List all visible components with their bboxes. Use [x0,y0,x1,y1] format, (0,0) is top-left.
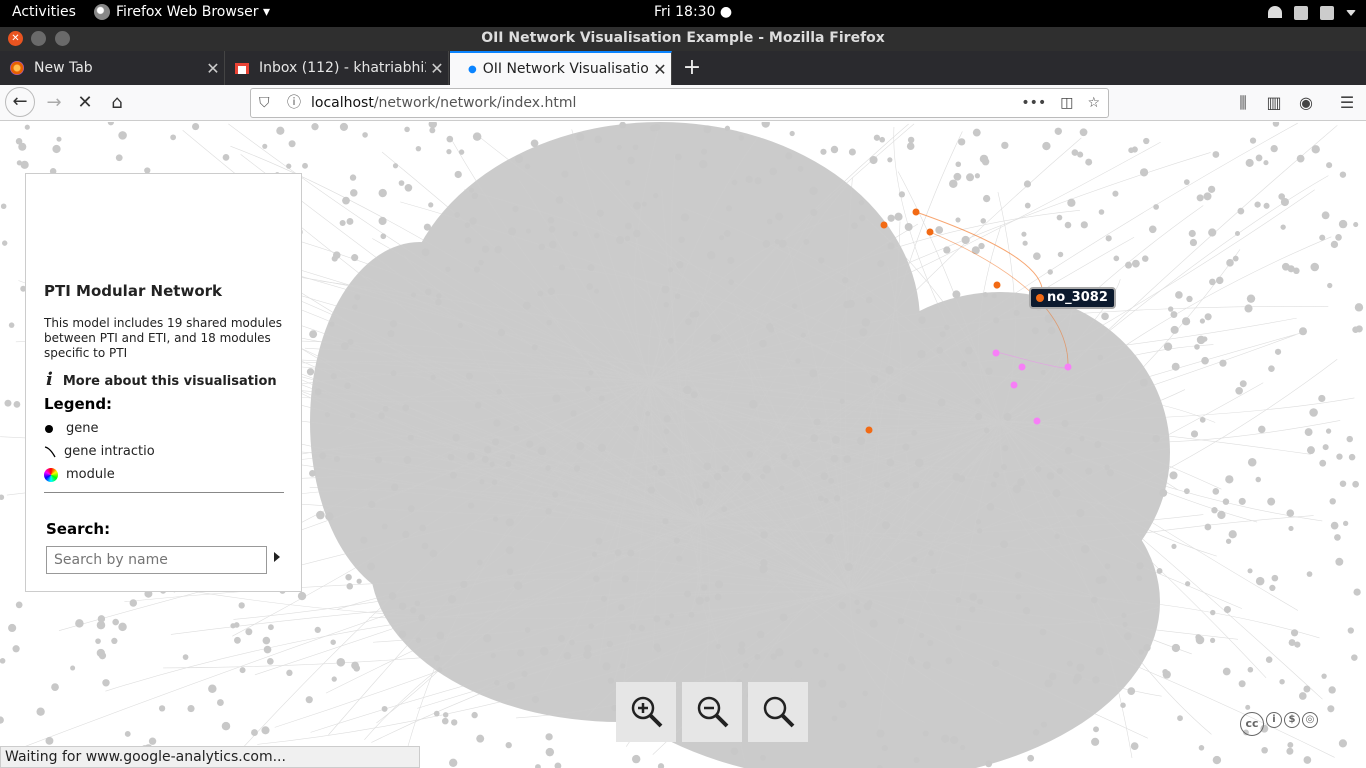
nc-icon: $ [1284,712,1300,728]
window-minimize-button[interactable] [31,31,46,46]
zoom-in-icon [631,696,663,728]
window-titlebar: ✕ OII Network Visualisation Example - Mo… [0,27,1366,51]
close-tab-icon[interactable]: ✕ [426,59,448,78]
highlighted-node[interactable] [865,426,873,434]
info-panel: PTI Modular Network This model includes … [25,173,302,592]
stop-button[interactable]: ✕ [71,89,99,117]
cc-icon: cc [1240,712,1264,736]
zoom-out-icon [697,696,729,728]
firefox-icon [10,61,24,75]
legend-item-gene: gene [44,421,99,436]
panel-description: This model includes 19 shared modules be… [44,316,283,360]
activities-button[interactable]: Activities [12,4,76,20]
panel-divider [44,492,284,493]
node-dot-icon [1036,294,1044,302]
close-tab-icon[interactable]: ✕ [649,60,671,79]
license-badge[interactable]: cc i $ ◎ [1240,712,1318,736]
legend-label: module [66,467,115,482]
firefox-icon [94,4,110,20]
info-icon: i [46,369,53,390]
sidebar-icon[interactable]: ▥ [1260,89,1288,117]
window-maximize-button[interactable] [55,31,70,46]
highlighted-node[interactable] [1018,363,1026,371]
highlighted-node[interactable] [992,349,1000,357]
forward-button[interactable]: → [40,89,68,117]
more-info-label: More about this visualisation [62,374,277,389]
url-host: localhost [311,95,374,111]
loading-dot-icon: ● [468,63,477,75]
window-close-button[interactable]: ✕ [8,31,23,46]
info-icon[interactable]: ⓘ [287,89,301,117]
search-title: Search: [46,520,111,538]
system-tray[interactable] [1268,6,1356,20]
more-info-link[interactable]: i More about this visualisation [46,369,277,390]
zoom-out-button[interactable] [682,682,742,742]
zoom-reset-icon [763,696,795,728]
search-submit-icon[interactable] [274,552,280,562]
search-input[interactable] [46,546,267,574]
by-icon: i [1266,712,1282,728]
new-tab-button[interactable]: + [680,55,704,80]
gmail-icon [235,62,249,74]
menu-icon[interactable]: ☰ [1333,89,1361,117]
highlighted-node[interactable] [1033,417,1041,425]
navigation-toolbar: ← → ✕ ⌂ ⛉ ⓘ localhost/network/network/in… [0,85,1366,121]
system-top-bar: Activities Firefox Web Browser ▾ Fri 18:… [0,0,1366,27]
url-path: /network/network/index.html [373,95,577,111]
tab-label: Inbox (112) - khatriabhi2 [259,60,426,76]
zoom-in-button[interactable] [616,682,676,742]
home-button[interactable]: ⌂ [103,89,131,117]
highlighted-node[interactable] [1010,381,1018,389]
volume-icon [1294,6,1308,20]
zoom-reset-button[interactable] [748,682,808,742]
highlighted-node[interactable] [1064,363,1072,371]
bookmark-star-icon[interactable]: ☆ [1087,89,1100,117]
legend-title: Legend: [44,395,113,413]
highlighted-node[interactable] [926,228,934,236]
shield-icon[interactable]: ⛉ [259,89,270,117]
highlighted-node[interactable] [880,221,888,229]
status-bar: Waiting for www.google-analytics.com... [0,746,420,768]
app-menu-label: Firefox Web Browser ▾ [116,4,270,20]
close-tab-icon[interactable]: ✕ [202,59,224,78]
legend-label: gene intractio [64,444,155,459]
library-icon[interactable]: ⫼ [1229,89,1257,117]
node-tooltip: no_3082 [1029,287,1116,309]
tooltip-label: no_3082 [1047,290,1108,305]
highlighted-node[interactable] [993,281,1001,289]
battery-icon [1320,6,1334,20]
url-text[interactable]: localhost/network/network/index.html [311,89,576,117]
panel-title: PTI Modular Network [44,282,222,300]
page-content: PTI Modular Network This model includes … [0,122,1366,768]
tab-label: OII Network Visualisatio [482,61,649,77]
clock[interactable]: Fri 18:30 ● [654,4,732,20]
tab-new-tab[interactable]: New Tab ✕ [0,51,225,85]
url-actions: ••• ◫ ☆ [1021,89,1100,117]
tab-network-visualisation[interactable]: ● OII Network Visualisatio ✕ [450,51,672,85]
sa-icon: ◎ [1302,712,1318,728]
pocket-icon[interactable]: ◫ [1060,89,1073,117]
tab-inbox[interactable]: Inbox (112) - khatriabhi2 ✕ [225,51,449,85]
app-menu[interactable]: Firefox Web Browser ▾ [94,4,270,20]
page-actions-icon[interactable]: ••• [1021,89,1046,117]
highlighted-node[interactable] [912,208,920,216]
legend-item-interaction: gene intractio [44,444,155,459]
back-button[interactable]: ← [5,87,35,117]
color-wheel-icon [44,467,58,482]
window-title: OII Network Visualisation Example - Mozi… [481,30,885,46]
legend-label: gene [66,421,99,436]
wifi-icon [1268,6,1282,18]
account-icon[interactable]: ◉ [1292,89,1320,117]
tab-strip: New Tab ✕ Inbox (112) - khatriabhi2 ✕ ● … [0,51,1366,85]
url-bar[interactable]: ⛉ ⓘ localhost/network/network/index.html… [250,88,1109,118]
legend-item-module: module [44,467,115,482]
chevron-down-icon [1346,10,1356,16]
edge-line-icon [44,445,56,457]
gene-dot-icon [45,424,53,433]
tab-label: New Tab [34,60,93,76]
